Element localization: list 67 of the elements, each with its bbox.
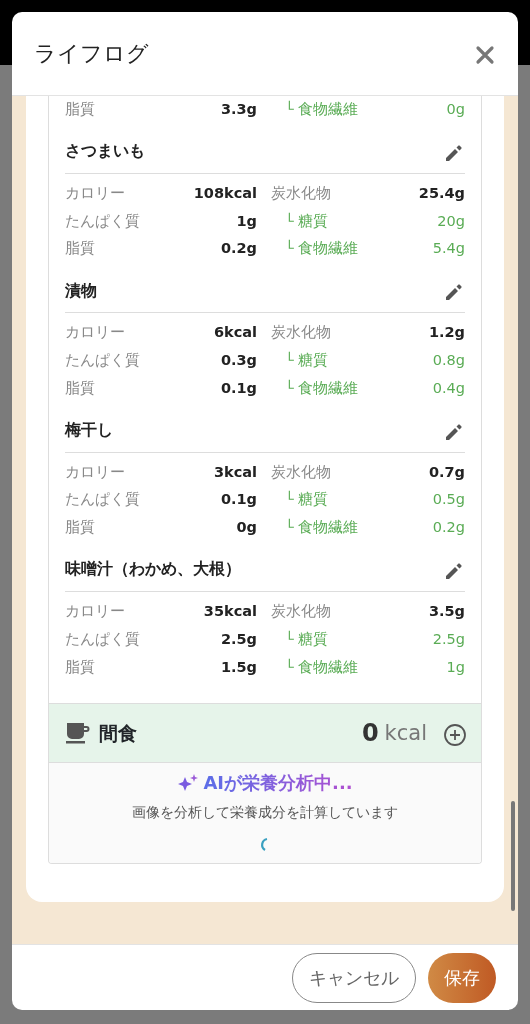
loading-spinner — [260, 837, 270, 854]
snack-title: 間食 — [99, 721, 138, 747]
nutrient-label: 炭水化物 — [270, 323, 332, 343]
nutrient-value: 3kcal — [212, 462, 257, 482]
nutrient-label: └ 糖質 — [284, 629, 330, 649]
nutrient-label: 脂質 — [65, 100, 96, 119]
nutrient-value: 0.7g — [427, 462, 465, 482]
nutrient-value: 0.3g — [219, 351, 257, 370]
save-button[interactable]: 保存 — [428, 952, 496, 1003]
nutrient-label: 脂質 — [65, 378, 96, 398]
nutrient-label: カロリー — [65, 602, 126, 621]
nutrient-value: 1g — [445, 657, 465, 677]
cup-icon — [65, 721, 91, 746]
nutrient-value: 0.5g — [431, 490, 465, 510]
cancel-button[interactable]: キャンセル — [292, 952, 416, 1003]
nutrient-value: 0.8g — [431, 351, 465, 370]
food-name: さつまいも — [65, 140, 145, 163]
nutrient-label: たんぱく質 — [65, 629, 141, 649]
nutrient-label: カロリー — [65, 462, 126, 482]
nutrient-value: 0g — [445, 100, 465, 119]
nutrient-label: └ 糖質 — [284, 211, 330, 231]
nutrient-label: └ 食物繊維 — [284, 238, 360, 259]
food-name: 梅干し — [65, 419, 113, 442]
nutrient-label: 脂質 — [65, 518, 96, 538]
nutrient-label: └ 食物繊維 — [284, 99, 360, 119]
nutrient-value: 0.1g — [219, 490, 257, 510]
nutrient-label: └ 食物繊維 — [284, 378, 360, 398]
nutrient-value: 6kcal — [212, 323, 257, 343]
nutrient-value: 2.5g — [431, 629, 465, 649]
nutrient-value: 5.4g — [431, 239, 465, 259]
add-button[interactable] — [443, 722, 465, 745]
nutrient-label: └ 糖質 — [284, 350, 330, 370]
nutrient-value: 0.4g — [431, 378, 465, 398]
nutrient-value: 2.5g — [219, 629, 257, 649]
nutrient-value: 35kcal — [202, 602, 257, 621]
nutrient-value: 1.2g — [427, 323, 465, 343]
nutrient-value: 20g — [436, 211, 465, 231]
calorie-unit: kcal — [384, 719, 427, 747]
nutrient-label: たんぱく質 — [65, 351, 141, 370]
nutrient-label: 炭水化物 — [270, 462, 332, 482]
nutrient-value: 0.1g — [219, 378, 257, 398]
nutrient-value: 3.5g — [427, 602, 465, 621]
nutrient-value: 0.2g — [219, 239, 257, 259]
nutrient-label: 脂質 — [65, 239, 96, 259]
nutrient-value: 1g — [235, 211, 257, 231]
nutrient-label: カロリー — [65, 183, 126, 203]
nutrient-value: 25.4g — [417, 183, 465, 203]
nutrient-value: 0g — [235, 518, 257, 538]
food-name: 漬物 — [65, 279, 97, 302]
food-name: 味噌汁（わかめ、大根） — [65, 558, 241, 581]
nutrient-label: たんぱく質 — [65, 490, 141, 510]
nutrient-label: └ 糖質 — [284, 489, 330, 510]
nutrient-label: 脂質 — [65, 657, 96, 677]
nutrient-label: 炭水化物 — [270, 183, 332, 203]
snack-calories: 0 — [361, 718, 379, 750]
nutrient-value: 3.3g — [219, 100, 257, 119]
nutrient-label: 炭水化物 — [270, 602, 332, 621]
nutrient-value: 108kcal — [192, 183, 257, 203]
analysis-message: 画像を分析して栄養成分を計算しています — [132, 803, 398, 823]
nutrient-label: カロリー — [65, 323, 126, 343]
sparkle-icon — [177, 772, 200, 793]
nutrient-value: 0.2g — [431, 518, 465, 538]
nutrient-value: 1.5g — [219, 657, 257, 677]
dialog-title: ライフログ — [34, 40, 149, 68]
nutrient-label: └ 食物繊維 — [284, 657, 360, 677]
nutrient-label: たんぱく質 — [65, 211, 141, 231]
nutrient-label: └ 食物繊維 — [284, 517, 360, 538]
